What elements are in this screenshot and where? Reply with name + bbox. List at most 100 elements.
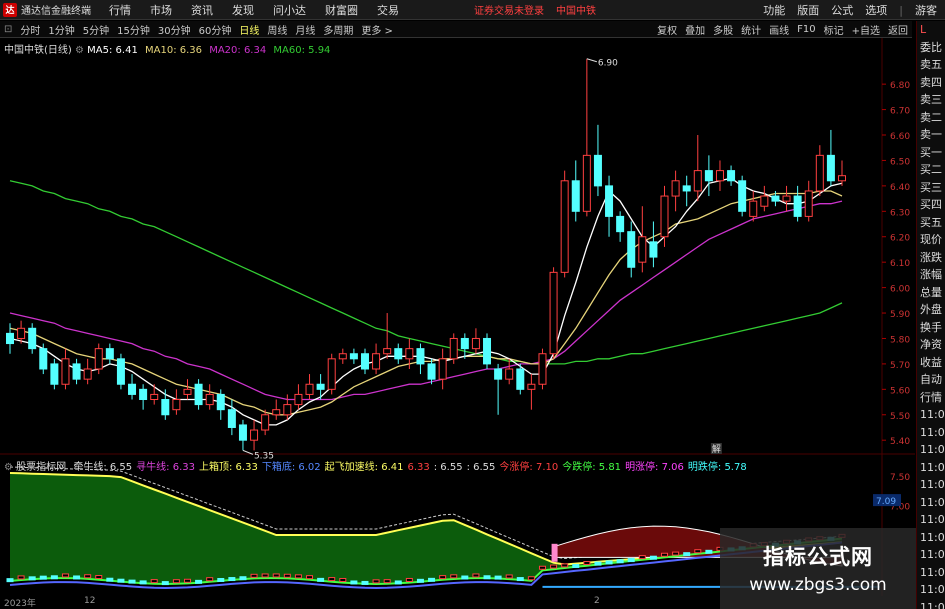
candle-down xyxy=(605,185,614,217)
sidebar-item-3[interactable]: 卖三 xyxy=(917,91,945,109)
sidebar-item-20[interactable]: 行情 xyxy=(917,389,945,407)
sidebar-item-28[interactable]: 11:0 xyxy=(917,529,945,547)
indicator-settings-icon[interactable]: ⚙ xyxy=(4,462,16,473)
menu-gongneng[interactable]: 功能 xyxy=(763,2,785,18)
period-weekly[interactable]: 周线 xyxy=(266,22,288,37)
period-daily[interactable]: 日线 xyxy=(238,22,260,37)
indicator-mini-candle xyxy=(250,573,258,578)
sidebar-item-5[interactable]: 卖一 xyxy=(917,126,945,144)
menu-banmian[interactable]: 版面 xyxy=(797,2,819,18)
sidebar-item-14[interactable]: 总量 xyxy=(917,284,945,302)
sidebar-item-12[interactable]: 涨跌 xyxy=(917,249,945,267)
sidebar-item-8[interactable]: 买三 xyxy=(917,179,945,197)
sidebar-item-32[interactable]: 11:0 xyxy=(917,599,945,609)
sidebar-item-18[interactable]: 收益 xyxy=(917,354,945,372)
menu-xuanxiang[interactable]: 选项 xyxy=(865,2,887,18)
high-label: 6.90 xyxy=(598,59,618,69)
candle-up xyxy=(372,353,381,370)
indicator-mini-candle xyxy=(6,578,14,583)
candle-up xyxy=(17,327,26,339)
btn-fanhui[interactable]: 返回 xyxy=(888,22,908,37)
sidebar-item-25[interactable]: 11:0 xyxy=(917,476,945,494)
indicator-mini-candle xyxy=(361,580,369,585)
sidebar-item-11[interactable]: 现价 xyxy=(917,231,945,249)
btn-diejia[interactable]: 叠加 xyxy=(685,22,705,37)
btn-f10[interactable]: F10 xyxy=(797,24,815,35)
sidebar-item-24[interactable]: 11:0 xyxy=(917,459,945,477)
btn-huaxian[interactable]: 画线 xyxy=(769,22,789,37)
btn-duogu[interactable]: 多股 xyxy=(713,22,733,37)
menu-faxian[interactable]: 发现 xyxy=(232,2,254,18)
sidebar-item-6[interactable]: 买一 xyxy=(917,144,945,162)
sidebar-item-1[interactable]: 卖五 xyxy=(917,56,945,74)
sidebar-item-26[interactable]: 11:0 xyxy=(917,494,945,512)
sidebar-item-31[interactable]: 11:0 xyxy=(917,581,945,599)
period-monthly[interactable]: 月线 xyxy=(294,22,316,37)
menu-jiaoyi[interactable]: 交易 xyxy=(377,2,399,18)
login-warning[interactable]: 证券交易未登录 xyxy=(474,2,544,17)
period-1min[interactable]: 1分钟 xyxy=(47,22,75,37)
stock-name-title: 中国中铁 xyxy=(556,6,596,17)
indicator-mini-candle xyxy=(439,575,447,580)
candle-down xyxy=(194,383,203,406)
menu-shichang[interactable]: 市场 xyxy=(150,2,172,18)
sidebar-item-23[interactable]: 11:0 xyxy=(917,441,945,459)
period-15min[interactable]: 15分钟 xyxy=(116,22,151,37)
indicator-mini-candle xyxy=(561,563,569,568)
candle-up xyxy=(671,180,680,197)
candle-up xyxy=(527,383,536,390)
y-tick-label: 5.70 xyxy=(890,361,910,371)
sidebar-item-16[interactable]: 换手 xyxy=(917,319,945,337)
menu-wenxiaoda[interactable]: 问小达 xyxy=(273,2,306,18)
settings-icon[interactable]: ⚙ xyxy=(75,45,87,56)
sidebar-item-30[interactable]: 11:0 xyxy=(917,564,945,582)
sidebar-item-0[interactable]: 委比 xyxy=(917,39,945,57)
candle-up xyxy=(838,175,846,182)
kline-chart[interactable]: 6.80 6.70 6.60 6.50 6.40 6.30 6.20 6.10 6.00 5.90… xyxy=(0,38,916,596)
menu-gongshi[interactable]: 公式 xyxy=(831,2,853,18)
sidebar-item-13[interactable]: 涨幅 xyxy=(917,266,945,284)
sidebar-item-27[interactable]: 11:0 xyxy=(917,511,945,529)
candle-down xyxy=(627,231,636,268)
indicator-mini-candle xyxy=(461,575,469,580)
sidebar-item-9[interactable]: 买四 xyxy=(917,196,945,214)
indicator-mini-candle xyxy=(306,575,314,580)
menu-caifuquan[interactable]: 财富圈 xyxy=(325,2,358,18)
indicator-name[interactable]: 股票指标网 xyxy=(16,462,66,473)
menu-zixun[interactable]: 资讯 xyxy=(191,2,213,18)
sidebar-item-4[interactable]: 卖二 xyxy=(917,109,945,127)
period-fenshi[interactable]: 分时 xyxy=(19,22,41,37)
btn-fuquan[interactable]: 复权 xyxy=(657,22,677,37)
y-tick-label: 6.10 xyxy=(890,259,910,269)
sidebar-item-15[interactable]: 外盘 xyxy=(917,301,945,319)
indicator-value-6: : 6.55 xyxy=(433,462,463,473)
sidebar-item-10[interactable]: 买五 xyxy=(917,214,945,232)
indicator-mini-candle xyxy=(683,552,691,557)
period-toolbar: ⊡ 分时 1分钟 5分钟 15分钟 30分钟 60分钟 日线 周线 月线 多周期… xyxy=(0,21,912,38)
btn-tongji[interactable]: 统计 xyxy=(741,22,761,37)
toolbar-pin-icon[interactable]: ⊡ xyxy=(3,24,13,35)
sidebar-item-17[interactable]: 净资 xyxy=(917,336,945,354)
menu-hangqing[interactable]: 行情 xyxy=(109,2,131,18)
period-5min[interactable]: 5分钟 xyxy=(82,22,110,37)
sidebar-item-7[interactable]: 买二 xyxy=(917,161,945,179)
date-label-feb: 2 xyxy=(594,596,600,606)
sidebar-item-19[interactable]: 自动 xyxy=(917,371,945,389)
sidebar-item-21[interactable]: 11:0 xyxy=(917,406,945,424)
period-60min[interactable]: 60分钟 xyxy=(198,22,233,37)
candle-up xyxy=(749,200,758,217)
candle-down xyxy=(483,337,492,365)
candle-up xyxy=(638,236,647,263)
sidebar-item-29[interactable]: 11:0 xyxy=(917,546,945,564)
sidebar-item-22[interactable]: 11:0 xyxy=(917,424,945,442)
period-more[interactable]: 更多 > xyxy=(360,22,394,37)
btn-biaoji[interactable]: 标记 xyxy=(824,22,844,37)
btn-zixuan[interactable]: +自选 xyxy=(852,22,880,37)
period-multi[interactable]: 多周期 xyxy=(322,22,354,37)
sidebar-item-2[interactable]: 卖四 xyxy=(917,74,945,92)
indicator-value-1: 寻牛线: 6.33 xyxy=(136,462,195,473)
user-guest[interactable]: 游客 xyxy=(915,2,937,18)
candle-down xyxy=(771,195,780,202)
candle-up xyxy=(283,404,292,416)
period-30min[interactable]: 30分钟 xyxy=(157,22,192,37)
